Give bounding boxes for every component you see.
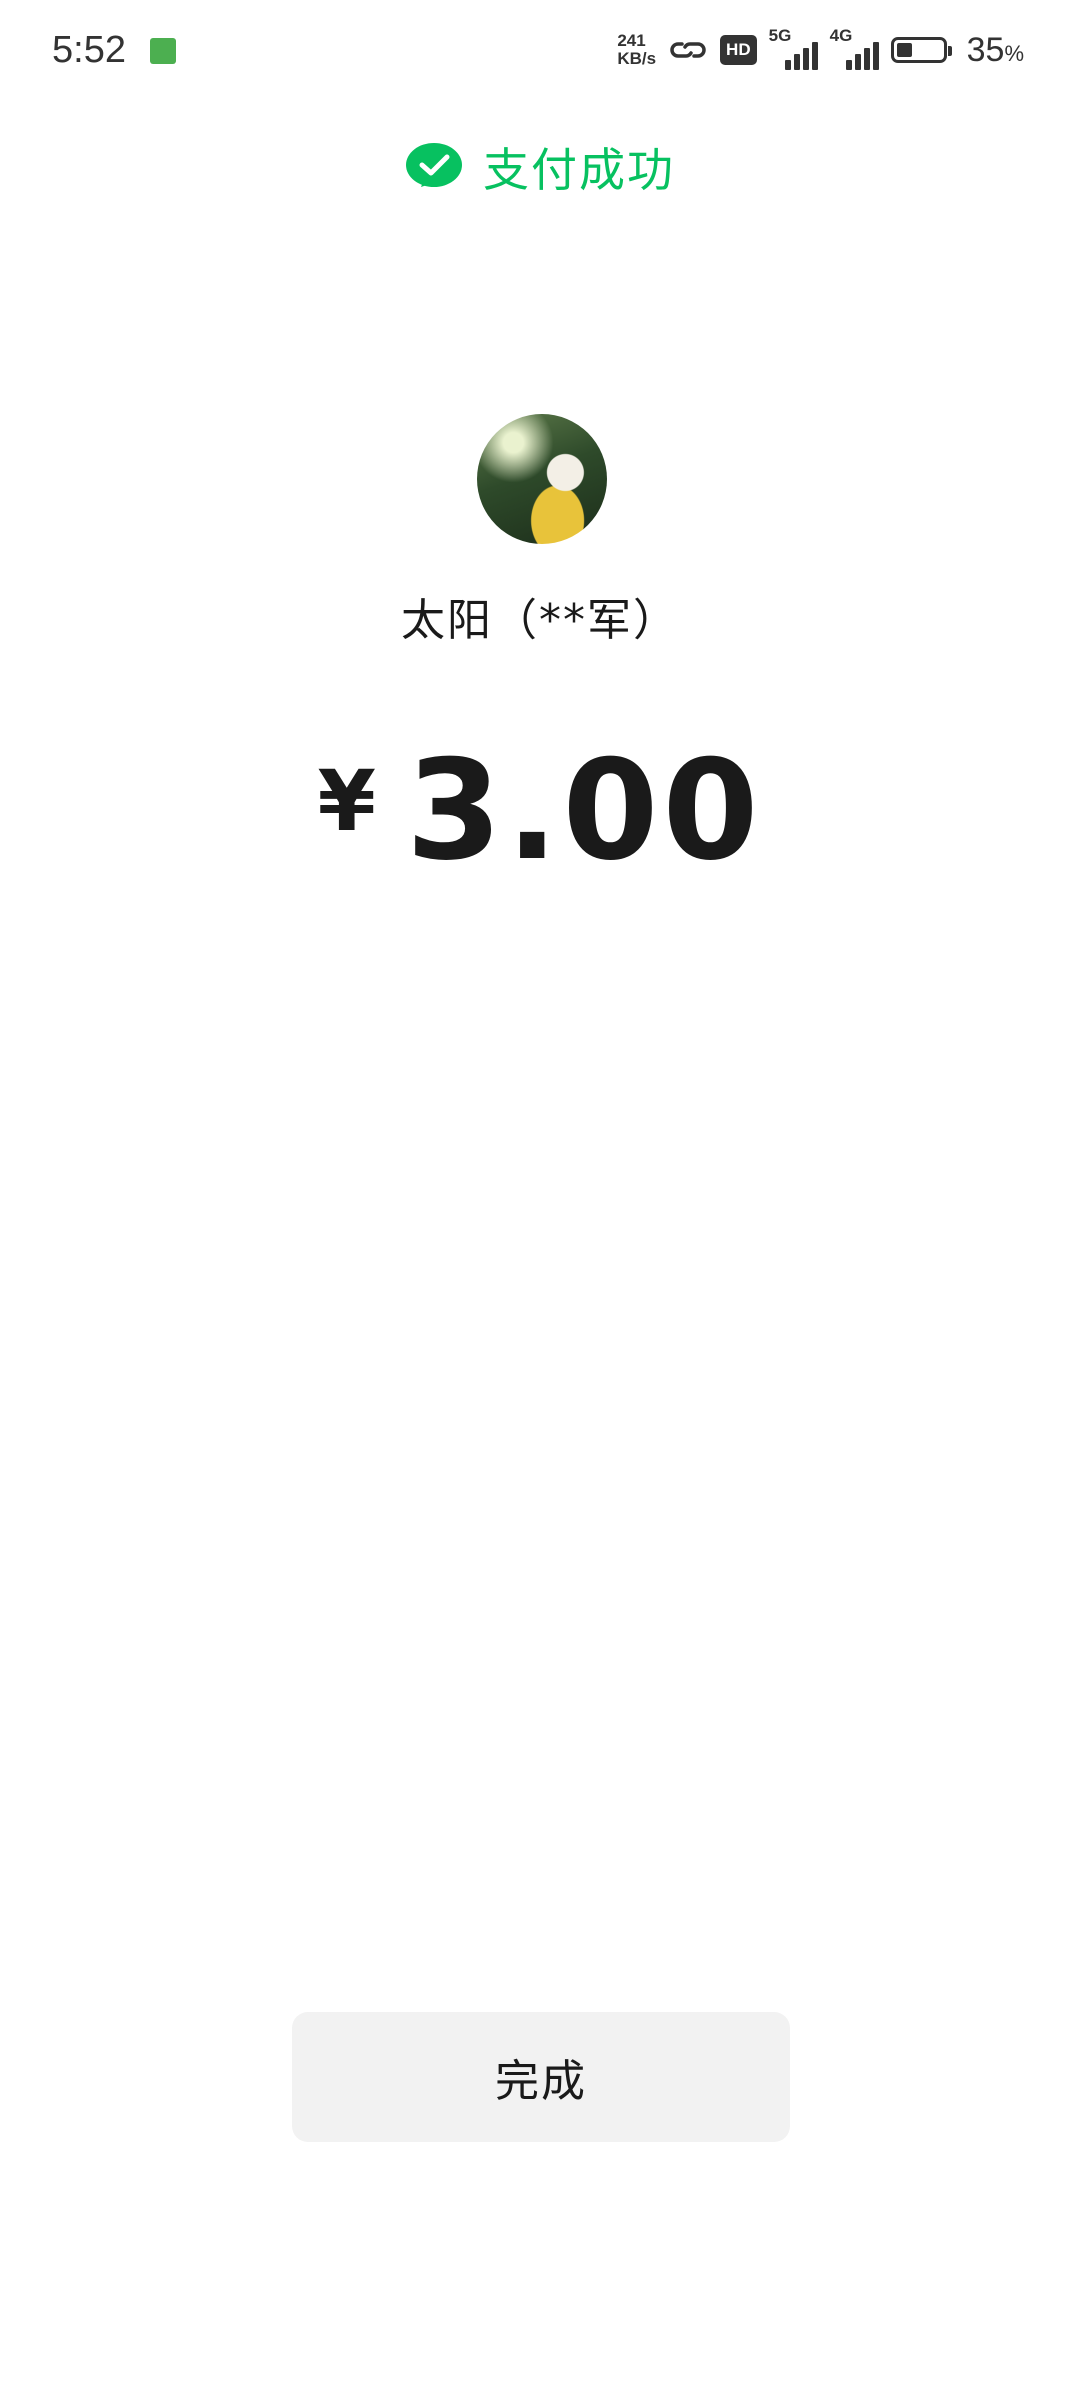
- wechat-pay-icon: [406, 143, 462, 187]
- signal-5g-label: 5G: [768, 26, 792, 45]
- currency-symbol: ¥: [317, 751, 376, 850]
- status-time: 5:52: [52, 29, 126, 71]
- status-indicators: 241 KB/s HD 5G 4G 35%: [617, 26, 1024, 72]
- battery-icon: [890, 37, 952, 63]
- network-speed-unit: KB/s: [617, 49, 657, 68]
- amount-value: 3.00: [405, 730, 763, 891]
- done-button[interactable]: 完成: [292, 2012, 790, 2142]
- app-notification-icon: [150, 38, 176, 64]
- payee-name: 太阳（**军）: [401, 595, 679, 646]
- page-title: 支付成功: [483, 143, 675, 197]
- network-speed: 241 KB/s: [617, 32, 656, 68]
- signal-4g-label: 4G: [829, 26, 853, 45]
- payment-amount: ¥ 3.00: [0, 730, 1080, 891]
- link-icon: [670, 42, 706, 58]
- signal-4g-icon: 4G: [830, 26, 879, 70]
- payment-success-header: 支付成功: [0, 132, 1080, 202]
- status-bar: 5:52 241 KB/s HD 5G 4G 35%: [0, 0, 1080, 100]
- battery-fill: [896, 43, 912, 57]
- network-speed-value: 241: [617, 31, 646, 50]
- signal-5g-icon: 5G: [769, 26, 818, 70]
- payee-avatar: [477, 414, 607, 544]
- battery-percent: 35%: [966, 30, 1024, 69]
- hd-voice-badge: HD: [720, 35, 757, 65]
